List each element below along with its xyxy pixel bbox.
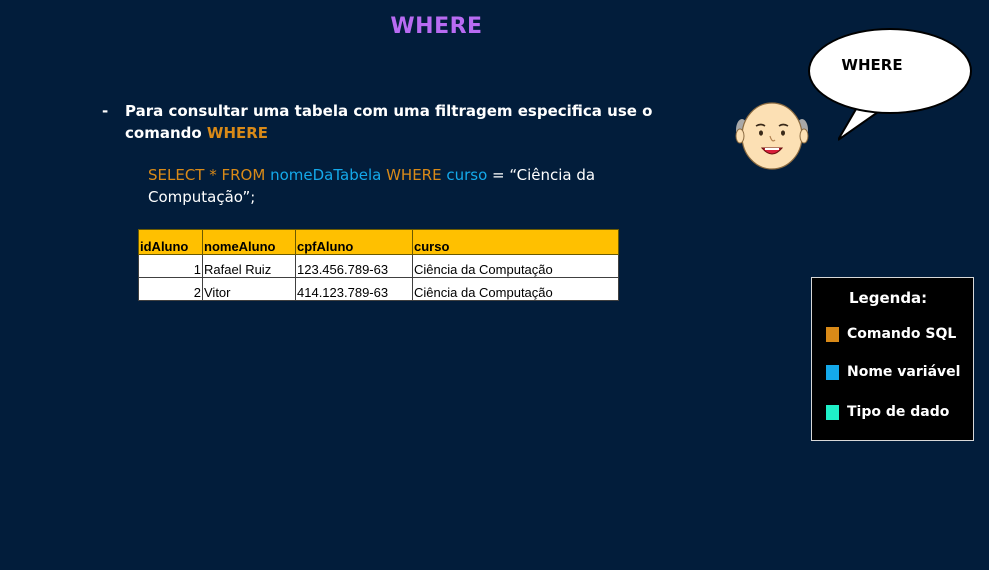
orange-swatch-icon xyxy=(826,326,839,342)
header-curso: curso xyxy=(412,229,619,255)
cell-idaluno: 1 xyxy=(138,254,203,278)
header-nomealuno: nomeAluno xyxy=(202,229,296,255)
slide-title: WHERE xyxy=(390,14,483,39)
sql-column: curso xyxy=(446,166,488,184)
cell-curso: Ciência da Computação xyxy=(412,277,619,301)
aluno-table: idAluno nomeAluno cpfAluno curso 1 Rafae… xyxy=(138,229,619,301)
bullet-text: Para consultar uma tabela com uma filtra… xyxy=(125,100,685,144)
teal-swatch-icon xyxy=(826,404,839,420)
table-header-row: idAluno nomeAluno cpfAluno curso xyxy=(138,229,619,255)
bullet-marker: - xyxy=(102,102,109,120)
bullet-body: Para consultar uma tabela com uma filtra… xyxy=(125,102,653,142)
table-row: 2 Vitor 414.123.789-63 Ciência da Comput… xyxy=(138,277,619,301)
cell-nomealuno: Rafael Ruiz xyxy=(202,254,296,278)
legend-title: Legenda: xyxy=(849,289,928,307)
professor-avatar-icon xyxy=(735,102,809,170)
sql-select: SELECT * FROM xyxy=(148,166,271,184)
table-row: 1 Rafael Ruiz 123.456.789-63 Ciência da … xyxy=(138,254,619,278)
cell-nomealuno: Vitor xyxy=(202,277,296,301)
legend-label: Tipo de dado xyxy=(847,404,950,420)
cell-idaluno: 2 xyxy=(138,277,203,301)
sql-table-name: nomeDaTabela xyxy=(270,166,382,184)
header-cpfaluno: cpfAluno xyxy=(295,229,413,255)
speech-bubble-text: WHERE xyxy=(841,56,903,74)
cell-curso: Ciência da Computação xyxy=(412,254,619,278)
sql-example: SELECT * FROM nomeDaTabela WHERE curso =… xyxy=(148,164,648,208)
cell-cpfaluno: 123.456.789-63 xyxy=(295,254,413,278)
legend-box: Legenda: Comando SQL Nome variável Tipo … xyxy=(811,277,974,441)
legend-item-variable-name: Nome variável xyxy=(826,364,960,380)
bullet-keyword: WHERE xyxy=(206,124,269,142)
legend-label: Comando SQL xyxy=(847,326,957,342)
sql-where: WHERE xyxy=(381,166,447,184)
cell-cpfaluno: 414.123.789-63 xyxy=(295,277,413,301)
legend-item-sql-command: Comando SQL xyxy=(826,326,956,342)
header-idaluno: idAluno xyxy=(138,229,203,255)
legend-label: Nome variável xyxy=(847,364,961,380)
blue-swatch-icon xyxy=(826,364,839,380)
legend-item-data-type: Tipo de dado xyxy=(826,404,949,420)
